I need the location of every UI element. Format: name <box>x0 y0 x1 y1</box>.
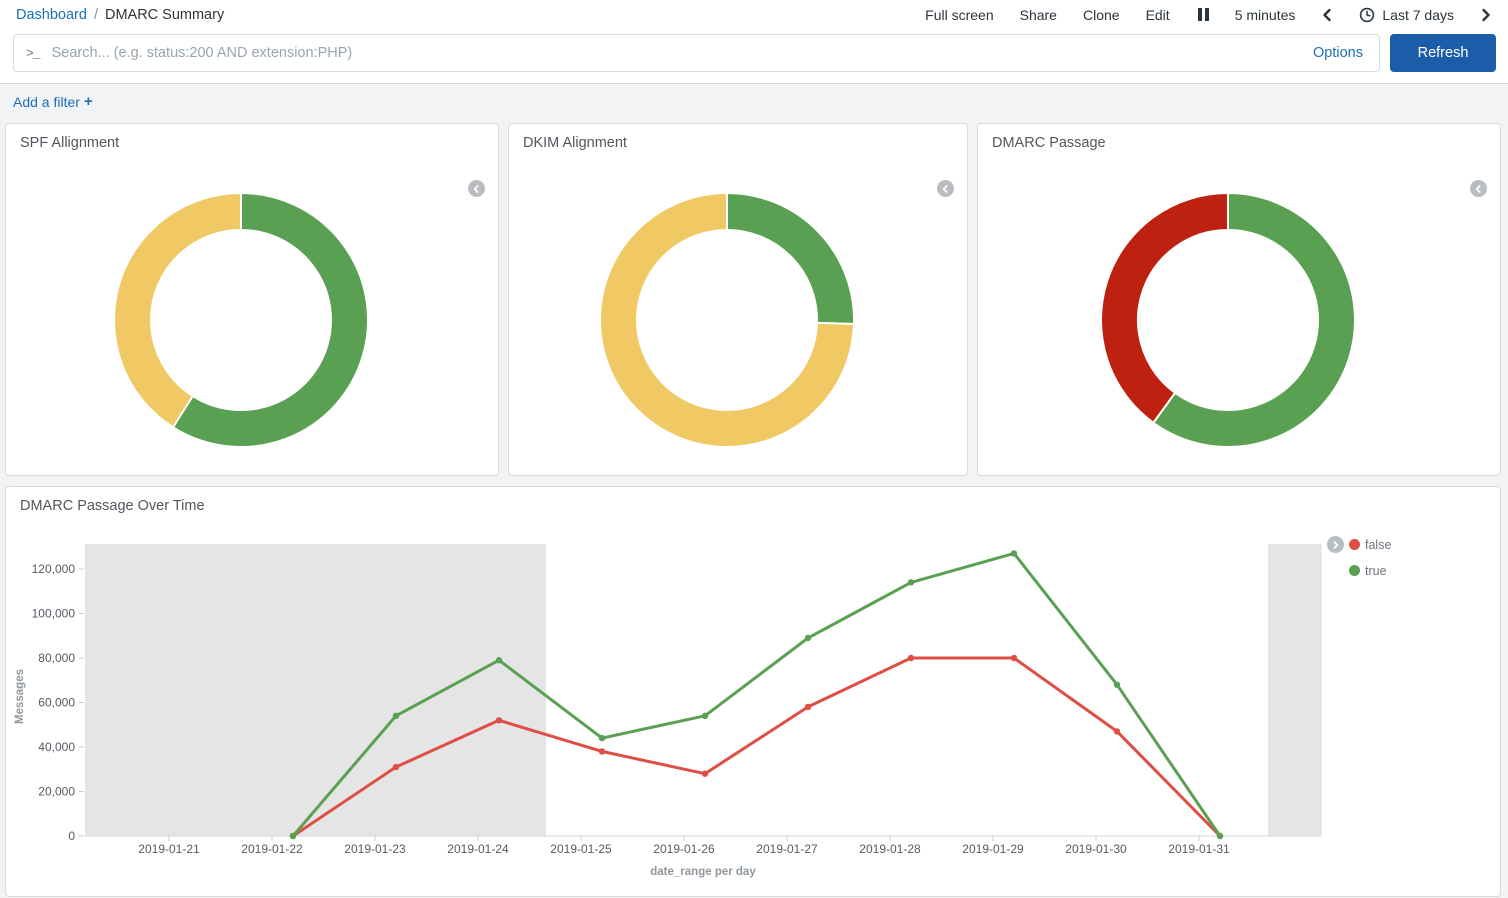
chevron-left-icon <box>1321 8 1333 22</box>
clone-button[interactable]: Clone <box>1083 7 1120 23</box>
share-button[interactable]: Share <box>1020 7 1057 23</box>
donut-chart-wrap <box>509 181 945 459</box>
svg-text:2019-01-24: 2019-01-24 <box>447 842 509 856</box>
edit-button[interactable]: Edit <box>1146 7 1170 23</box>
svg-text:0: 0 <box>68 829 75 843</box>
top-menu: Full screen Share Clone Edit 5 minutes L… <box>925 7 1492 23</box>
chevron-right-icon <box>1331 540 1340 550</box>
svg-text:80,000: 80,000 <box>38 651 75 665</box>
chart-legend: false true <box>1327 536 1391 579</box>
page-title: DMARC Summary <box>105 7 224 23</box>
spf-donut-chart[interactable] <box>102 181 380 459</box>
pause-icon[interactable] <box>1198 8 1209 21</box>
panel-title: SPF Allignment <box>6 124 498 162</box>
refresh-button[interactable]: Refresh <box>1390 34 1496 72</box>
svg-text:2019-01-30: 2019-01-30 <box>1065 842 1127 856</box>
legend-item-true: true <box>1327 562 1391 579</box>
breadcrumb-separator: / <box>94 7 98 23</box>
svg-text:100,000: 100,000 <box>32 607 76 621</box>
svg-text:2019-01-25: 2019-01-25 <box>550 842 612 856</box>
time-back-button[interactable] <box>1321 8 1333 22</box>
svg-text:date_range per day: date_range per day <box>650 866 756 878</box>
time-range-label: Last 7 days <box>1382 7 1454 23</box>
svg-text:2019-01-21: 2019-01-21 <box>138 842 200 856</box>
add-filter-link[interactable]: Add a filter + <box>13 93 93 110</box>
breadcrumb: Dashboard / DMARC Summary <box>16 7 224 23</box>
svg-text:2019-01-26: 2019-01-26 <box>653 842 715 856</box>
svg-text:2019-01-31: 2019-01-31 <box>1168 842 1230 856</box>
legend-item-false: false <box>1327 536 1391 553</box>
svg-text:2019-01-23: 2019-01-23 <box>344 842 406 856</box>
svg-text:Messages: Messages <box>14 669 26 724</box>
breadcrumb-dashboard-link[interactable]: Dashboard <box>16 7 87 23</box>
legend-label-false[interactable]: false <box>1365 538 1391 552</box>
clock-icon <box>1359 7 1375 23</box>
full-screen-button[interactable]: Full screen <box>925 7 993 23</box>
dkim-donut-chart[interactable] <box>588 181 866 459</box>
panel-title: DMARC Passage <box>978 124 1500 162</box>
svg-text:20,000: 20,000 <box>38 785 75 799</box>
search-options-link[interactable]: Options <box>1313 45 1363 61</box>
filter-bar: Add a filter + <box>0 84 1508 120</box>
time-range-picker[interactable]: Last 7 days <box>1359 7 1454 23</box>
search-bar-row: >_ Options Refresh <box>0 27 1508 84</box>
top-navigation-bar: Dashboard / DMARC Summary Full screen Sh… <box>0 0 1508 27</box>
search-input[interactable] <box>52 45 1313 61</box>
svg-text:2019-01-29: 2019-01-29 <box>962 842 1024 856</box>
dmarc-passage-line-chart[interactable]: 0 20,000 40,000 60,000 80,000 100,000 120,000 2… <box>6 487 1500 892</box>
panel-dkim-alignment: DKIM Alignment <box>508 123 968 476</box>
plus-icon: + <box>84 93 93 110</box>
chevron-right-icon <box>1480 8 1492 22</box>
legend-label-true[interactable]: true <box>1365 564 1387 578</box>
svg-text:120,000: 120,000 <box>32 562 76 576</box>
svg-text:2019-01-22: 2019-01-22 <box>241 842 303 856</box>
add-filter-label: Add a filter <box>13 94 80 110</box>
legend-toggle-button[interactable] <box>1327 536 1344 553</box>
svg-text:2019-01-27: 2019-01-27 <box>756 842 818 856</box>
refresh-interval-button[interactable]: 5 minutes <box>1235 7 1296 23</box>
legend-color-dot-true <box>1349 565 1360 576</box>
legend-color-dot-false <box>1349 539 1360 550</box>
panel-title: DKIM Alignment <box>509 124 967 162</box>
time-forward-button[interactable] <box>1480 8 1492 22</box>
panel-dmarc-passage: DMARC Passage <box>977 123 1501 476</box>
donut-chart-wrap <box>978 181 1478 459</box>
dashboard-grid: SPF Allignment DKIM Alignment DMARC Pass… <box>0 120 1508 897</box>
dmarc-donut-chart[interactable] <box>1089 181 1367 459</box>
search-box: >_ Options <box>13 34 1380 72</box>
panel-dmarc-passage-over-time: DMARC Passage Over Time 020,00040,00060,… <box>5 486 1501 897</box>
panel-spf-alignment: SPF Allignment <box>5 123 499 476</box>
svg-text:40,000: 40,000 <box>38 740 75 754</box>
svg-text:60,000: 60,000 <box>38 696 75 710</box>
svg-text:2019-01-28: 2019-01-28 <box>859 842 921 856</box>
donut-chart-wrap <box>6 181 476 459</box>
terminal-prompt-icon: >_ <box>26 46 40 61</box>
